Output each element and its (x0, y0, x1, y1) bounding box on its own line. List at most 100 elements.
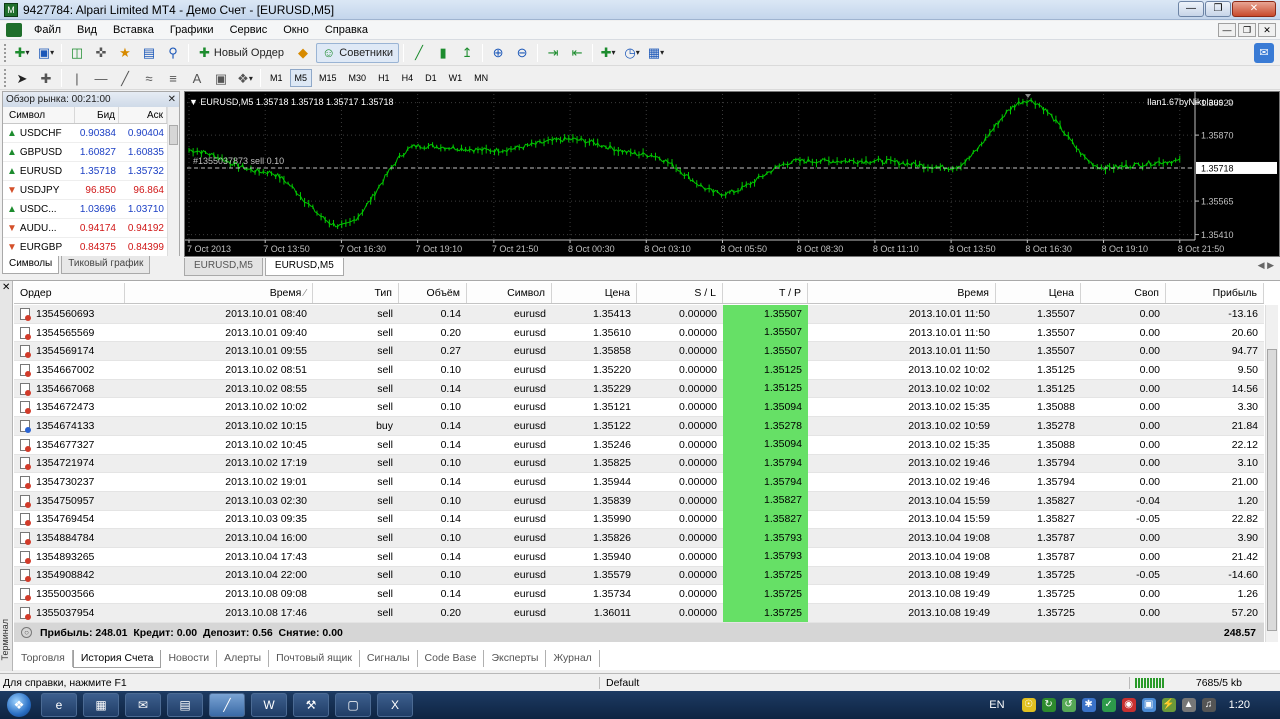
line-chart-button[interactable]: ↥ (456, 43, 478, 63)
col-close-time[interactable]: Время (808, 283, 996, 303)
status-profile[interactable]: Default (600, 676, 1130, 689)
zoom-in-button[interactable]: ⊕ (487, 43, 509, 63)
col-sl[interactable]: S / L (637, 283, 723, 303)
taskbar-app-4[interactable]: ▤ (167, 693, 203, 717)
zoom-out-button[interactable]: ⊖ (511, 43, 533, 63)
taskbar-app-3[interactable]: ✉ (125, 693, 161, 717)
tab-tick-chart[interactable]: Тиковый график (61, 256, 151, 274)
history-row[interactable]: 1354893265 2013.10.04 17:43 sell 0.14 eurusd… (14, 547, 1264, 567)
start-button[interactable]: ❖ (0, 691, 38, 719)
history-row[interactable]: 1354721974 2013.10.02 17:19 sell 0.10 eurusd… (14, 454, 1264, 474)
chat-icon[interactable]: ✉ (1254, 43, 1274, 63)
mdi-close-button[interactable]: ✕ (1258, 23, 1276, 37)
shield-icon[interactable]: ☉ (1021, 698, 1036, 712)
col-tp[interactable]: T / P (723, 283, 808, 303)
profiles-button[interactable]: ▣ ▾ (35, 43, 57, 63)
antivirus-icon[interactable]: ◉ (1121, 698, 1136, 712)
col-swap[interactable]: Своп (1081, 283, 1166, 303)
bar-chart-button[interactable]: ╱ (408, 43, 430, 63)
arrows-button[interactable]: ❖ ▾ (234, 68, 256, 88)
minimize-button[interactable]: — (1178, 1, 1204, 17)
expert-advisors-button[interactable]: ☺ Советники (316, 42, 400, 63)
mdi-restore-button[interactable]: ❐ (1238, 23, 1256, 37)
power-icon[interactable]: ⚡ (1161, 698, 1176, 712)
col-volume[interactable]: Объём (399, 283, 467, 303)
chart-shift-marker-icon[interactable] (1025, 94, 1031, 98)
strategy-tester-button[interactable]: ⚲ (162, 43, 184, 63)
chart-tab-2[interactable]: EURUSD,M5 (264, 258, 344, 276)
col-open-time[interactable]: Время ⁄ (125, 283, 313, 303)
menu-insert[interactable]: Вставка (105, 21, 162, 40)
indicators-button[interactable]: ✚ ▾ (597, 43, 619, 63)
market-watch-button[interactable]: ◫ (66, 43, 88, 63)
header-bid[interactable]: Бид (75, 107, 119, 123)
history-row[interactable]: 1354674133 2013.10.02 10:15 buy 0.14 eurusd 1… (14, 416, 1264, 436)
timeframe-m15[interactable]: M15 (314, 69, 342, 87)
history-row[interactable]: 1354769454 2013.10.03 09:35 sell 0.14 eurusd… (14, 510, 1264, 530)
taskbar-excel[interactable]: X (377, 693, 413, 717)
tab-experts[interactable]: Эксперты (484, 650, 547, 667)
timeframe-m1[interactable]: M1 (265, 69, 288, 87)
cursor-button[interactable]: ➤ (11, 68, 33, 88)
market-watch-row[interactable]: ▲ USDC... 1.03696 1.03710 (3, 200, 179, 219)
history-row[interactable]: 1354750957 2013.10.03 02:30 sell 0.10 eurusd… (14, 491, 1264, 511)
taskbar-explorer[interactable]: ▦ (83, 693, 119, 717)
taskbar-clock[interactable]: 1:20 (1229, 699, 1250, 711)
horizontal-line-button[interactable]: — (90, 68, 112, 88)
auto-scroll-button[interactable]: ⇥ (542, 43, 564, 63)
history-row[interactable]: 1354569174 2013.10.01 09:55 sell 0.27 eurusd… (14, 341, 1264, 362)
new-chart-button[interactable]: ✚ ▾ (11, 43, 33, 63)
volume-icon[interactable]: ♫ (1201, 698, 1216, 712)
templates-button[interactable]: ▦ ▾ (645, 43, 667, 63)
market-watch-row[interactable]: ▲ GBPUSD 1.60827 1.60835 (3, 143, 179, 162)
market-watch-row[interactable]: ▼ USDJPY 96.850 96.864 (3, 181, 179, 200)
timeframe-w1[interactable]: W1 (444, 69, 468, 87)
market-watch-scrollbar[interactable] (167, 107, 179, 259)
tab-scroll-arrows-icon[interactable]: ◀ ▶ (1258, 260, 1274, 271)
col-close-price[interactable]: Цена (996, 283, 1081, 303)
text-button[interactable]: A (186, 68, 208, 88)
header-symbol[interactable]: Символ (3, 107, 75, 123)
terminal-close-icon[interactable]: ✕ (2, 282, 10, 293)
history-row[interactable]: 1354667002 2013.10.02 08:51 sell 0.10 eurusd… (14, 360, 1264, 380)
tab-code-base[interactable]: Code Base (418, 650, 485, 667)
timeframe-h4[interactable]: H4 (397, 69, 419, 87)
menu-view[interactable]: Вид (69, 21, 105, 40)
market-watch-row[interactable]: ▼ EURGBP 0.84375 0.84399 (3, 238, 179, 257)
history-row[interactable]: 1354672473 2013.10.02 10:02 sell 0.10 eurusd… (14, 397, 1264, 418)
history-row[interactable]: 1354560693 2013.10.01 08:40 sell 0.14 eurusd… (14, 304, 1264, 324)
history-row[interactable]: 1354565569 2013.10.01 09:40 sell 0.20 eurusd… (14, 323, 1264, 343)
history-row[interactable]: 1354677327 2013.10.02 10:45 sell 0.14 eurusd… (14, 435, 1264, 455)
candles-button[interactable]: ▮ (432, 43, 454, 63)
maximize-button[interactable]: ❐ (1205, 1, 1231, 17)
timeframe-d1[interactable]: D1 (420, 69, 442, 87)
navigator-button[interactable]: ★ (114, 43, 136, 63)
network-icon[interactable]: ▣ (1141, 698, 1156, 712)
chart-shift-button[interactable]: ⇤ (566, 43, 588, 63)
fibonacci-button[interactable]: ≡ (162, 68, 184, 88)
terminal-button[interactable]: ▤ (138, 43, 160, 63)
language-indicator[interactable]: EN (989, 699, 1004, 711)
signal-icon[interactable]: ▲ (1181, 698, 1196, 712)
vertical-line-button[interactable]: | (66, 68, 88, 88)
timeframe-mn[interactable]: MN (469, 69, 493, 87)
tab-alerts[interactable]: Алерты (217, 650, 270, 667)
chart-tab-1[interactable]: EURUSD,M5 (184, 258, 263, 276)
text-label-button[interactable]: ▣ (210, 68, 232, 88)
tab-news[interactable]: Новости (161, 650, 218, 667)
menu-window[interactable]: Окно (275, 21, 317, 40)
header-ask[interactable]: Аск (119, 107, 167, 123)
tab-symbols[interactable]: Символы (2, 256, 60, 274)
col-symbol[interactable]: Символ (467, 283, 552, 303)
taskbar-app-8[interactable]: ▢ (335, 693, 371, 717)
history-scrollbar[interactable] (1265, 305, 1278, 642)
taskbar-mt4[interactable]: ╱ (209, 693, 245, 717)
data-window-button[interactable]: ✜ (90, 43, 112, 63)
market-watch-close-icon[interactable]: ✕ (168, 92, 176, 107)
history-row[interactable]: 1354730237 2013.10.02 19:01 sell 0.14 eurusd… (14, 472, 1264, 492)
timeframe-m5[interactable]: M5 (289, 69, 313, 87)
history-row[interactable]: 1354884784 2013.10.04 16:00 sell 0.10 eurusd… (14, 528, 1264, 548)
update-icon[interactable]: ↺ (1061, 698, 1076, 712)
col-profit[interactable]: Прибыль (1166, 283, 1264, 303)
trendline-button[interactable]: ╱ (114, 68, 136, 88)
